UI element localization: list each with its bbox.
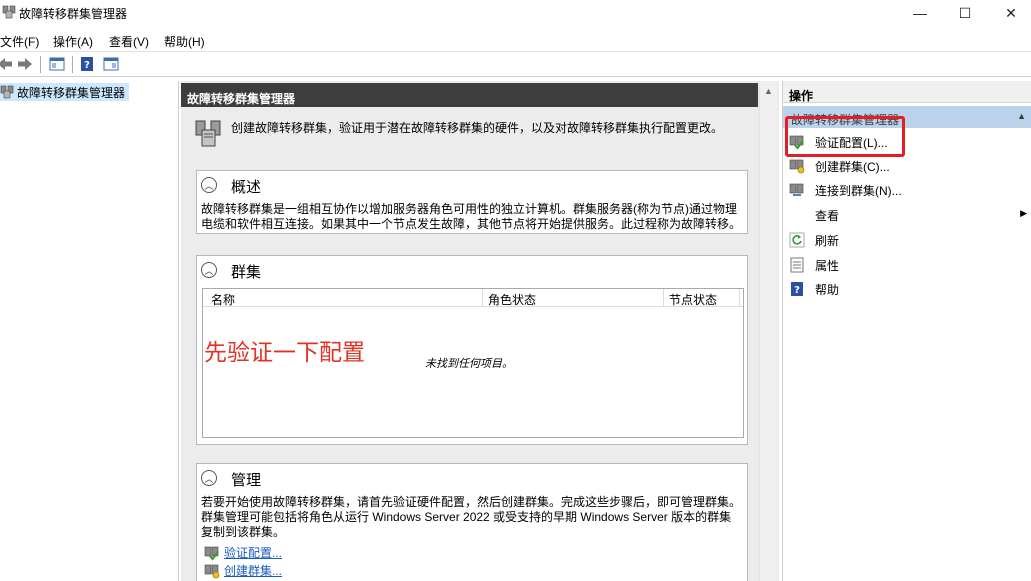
help-book-icon: ? — [81, 57, 93, 71]
action-view[interactable]: 查看 — [789, 205, 839, 225]
center-pane: 故障转移群集管理器 ▲ 创建故障转移群集，验证用于潜在故障转移群集的硬件，以及对… — [181, 81, 779, 581]
management-section: ︿ 管理 若要开始使用故障转移群集，请首先验证硬件配置，然后创建群集。完成这些步… — [196, 463, 748, 581]
clusters-section: ︿ 群集 名称 角色状态 节点状态 先验证一下配置 未找到任何项目。 — [196, 255, 748, 445]
clusters-list-header: 名称 角色状态 节点状态 — [203, 289, 743, 307]
action-help[interactable]: ? 帮助 — [789, 279, 839, 299]
intro-description: 创建故障转移群集，验证用于潜在故障转移群集的硬件，以及对故障转移群集执行配置更改… — [231, 121, 724, 135]
forward-button[interactable] — [16, 55, 34, 73]
action-label: 创建群集(C)... — [815, 159, 890, 174]
create-cluster-icon — [789, 158, 805, 174]
create-cluster-link[interactable]: 创建群集... — [204, 562, 282, 579]
action-properties[interactable]: 属性 — [789, 255, 839, 275]
management-text-line1: 若要开始使用故障转移群集，请首先验证硬件配置，然后创建群集。完成这些步骤后，即可… — [201, 495, 742, 509]
validate-configuration-link-label[interactable]: 验证配置... — [224, 544, 282, 561]
toolbar-separator — [72, 56, 73, 73]
clusters-title: 群集 — [231, 264, 262, 281]
center-pane-header: 故障转移群集管理器 — [181, 83, 758, 107]
vertical-scrollbar[interactable]: ▲ — [759, 81, 777, 581]
action-label: 属性 — [815, 258, 840, 273]
empty-list-message: 未找到任何项目。 — [425, 358, 513, 370]
blank-icon — [789, 207, 805, 223]
show-hide-action-pane-button[interactable] — [102, 55, 120, 73]
console-tree: 故障转移群集管理器 — [0, 81, 179, 581]
show-hide-console-tree-button[interactable] — [48, 55, 66, 73]
menu-bar: 文件(F) 操作(A) 查看(V) 帮助(H) — [0, 30, 1031, 50]
collapse-up-arrow-icon[interactable]: ▲ — [1017, 111, 1026, 121]
create-cluster-icon — [204, 564, 220, 578]
back-arrow-icon — [0, 58, 12, 70]
cluster-servers-icon — [195, 120, 221, 147]
back-button[interactable] — [0, 55, 14, 73]
toolbar-separator — [40, 56, 41, 73]
scroll-up-arrow-icon[interactable]: ▲ — [764, 86, 773, 96]
help-icon: ? — [789, 281, 805, 297]
action-label: 帮助 — [815, 282, 840, 297]
close-button[interactable]: ✕ — [988, 0, 1031, 26]
svg-text:?: ? — [794, 285, 800, 296]
chevron-up-icon: ︿ — [204, 473, 214, 484]
cluster-app-icon — [2, 5, 16, 19]
red-annotation-text: 先验证一下配置 — [204, 340, 365, 366]
tree-item-label: 故障转移群集管理器 — [17, 85, 126, 100]
menu-help[interactable]: 帮助(H) — [164, 33, 205, 50]
overview-title: 概述 — [231, 179, 262, 196]
window-title: 故障转移群集管理器 — [19, 7, 128, 21]
cluster-node-icon — [0, 85, 14, 99]
action-create-cluster[interactable]: 创建群集(C)... — [789, 156, 890, 176]
title-bar: 故障转移群集管理器 — ☐ ✕ — [0, 0, 1031, 26]
action-refresh[interactable]: 刷新 — [789, 230, 839, 250]
management-collapse-button[interactable]: ︿ — [201, 470, 217, 486]
tree-item-failover-cluster-manager[interactable]: 故障转移群集管理器 — [0, 83, 130, 101]
actions-pane-header: 操作 — [783, 81, 1031, 103]
column-header-name[interactable]: 名称 — [211, 291, 235, 308]
minimize-button[interactable]: — — [897, 0, 943, 26]
clusters-list[interactable]: 名称 角色状态 节点状态 先验证一下配置 未找到任何项目。 — [202, 288, 744, 438]
submenu-arrow-icon: ▶ — [1020, 208, 1027, 218]
column-divider[interactable] — [482, 289, 483, 307]
red-highlight-box — [785, 116, 905, 157]
help-toolbar-button[interactable]: ? — [78, 55, 96, 73]
menu-action[interactable]: 操作(A) — [53, 33, 93, 50]
chevron-up-icon: ︿ — [204, 265, 214, 276]
overview-text-line2: 电缆和软件相互连接。如果其中一个节点发生故障，其他节点将开始提供服务。此过程称为… — [201, 217, 742, 231]
validate-config-icon — [204, 546, 219, 561]
management-text-line2: 群集管理可能包括将角色从运行 Windows Server 2022 或受支持的… — [201, 510, 732, 524]
validate-configuration-link[interactable]: 验证配置... — [204, 544, 282, 561]
action-label: 连接到群集(N)... — [815, 183, 902, 198]
chevron-up-icon: ︿ — [204, 180, 214, 191]
refresh-icon — [789, 232, 805, 248]
column-header-node-status[interactable]: 节点状态 — [669, 291, 717, 308]
svg-text:?: ? — [84, 60, 90, 71]
toolbar: ? — [0, 51, 1031, 77]
create-cluster-link-label[interactable]: 创建群集... — [224, 562, 282, 579]
action-connect-to-cluster[interactable]: 连接到群集(N)... — [789, 180, 902, 200]
maximize-button[interactable]: ☐ — [942, 0, 988, 26]
overview-collapse-button[interactable]: ︿ — [201, 177, 217, 193]
console-tree-icon — [49, 57, 65, 71]
action-label: 查看 — [815, 208, 840, 223]
connect-cluster-icon — [789, 182, 805, 198]
column-header-role-status[interactable]: 角色状态 — [488, 291, 536, 308]
menu-view[interactable]: 查看(V) — [109, 33, 149, 50]
overview-section: ︿ 概述 故障转移群集是一组相互协作以增加服务器角色可用性的独立计算机。群集服务… — [196, 170, 748, 234]
properties-icon — [789, 257, 805, 273]
action-label: 刷新 — [815, 233, 840, 248]
menu-file[interactable]: 文件(F) — [0, 33, 39, 50]
management-text-line3: 复制到该群集。 — [201, 525, 286, 539]
column-divider[interactable] — [663, 289, 664, 307]
management-title: 管理 — [231, 472, 262, 489]
column-divider[interactable] — [739, 289, 740, 307]
overview-text-line1: 故障转移群集是一组相互协作以增加服务器角色可用性的独立计算机。群集服务器(称为节… — [201, 202, 737, 216]
forward-arrow-icon — [18, 58, 32, 70]
clusters-collapse-button[interactable]: ︿ — [201, 262, 217, 278]
action-pane-icon — [103, 57, 119, 71]
